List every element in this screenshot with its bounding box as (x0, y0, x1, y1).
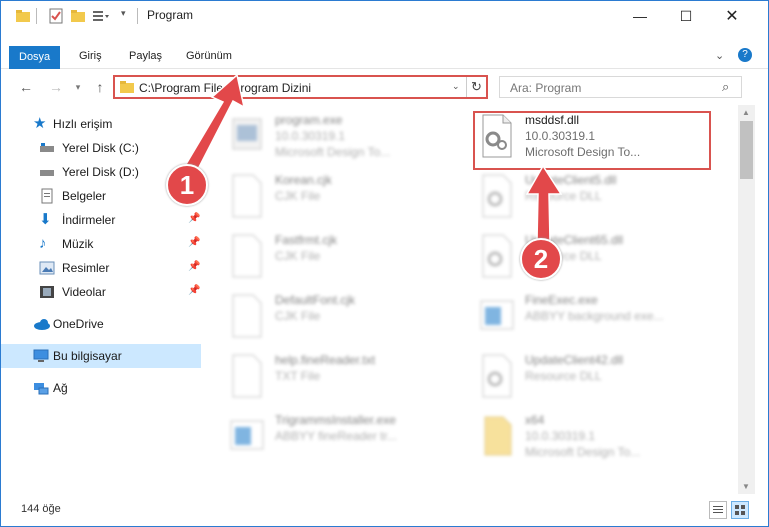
step-1-callout: 1 (166, 164, 208, 206)
explorer-window: ▾ Program — ☐ ✕ Dosya Giriş Paylaş Görün… (0, 0, 769, 527)
annotation-arrows (180, 73, 563, 242)
step-2-callout: 2 (520, 238, 562, 280)
